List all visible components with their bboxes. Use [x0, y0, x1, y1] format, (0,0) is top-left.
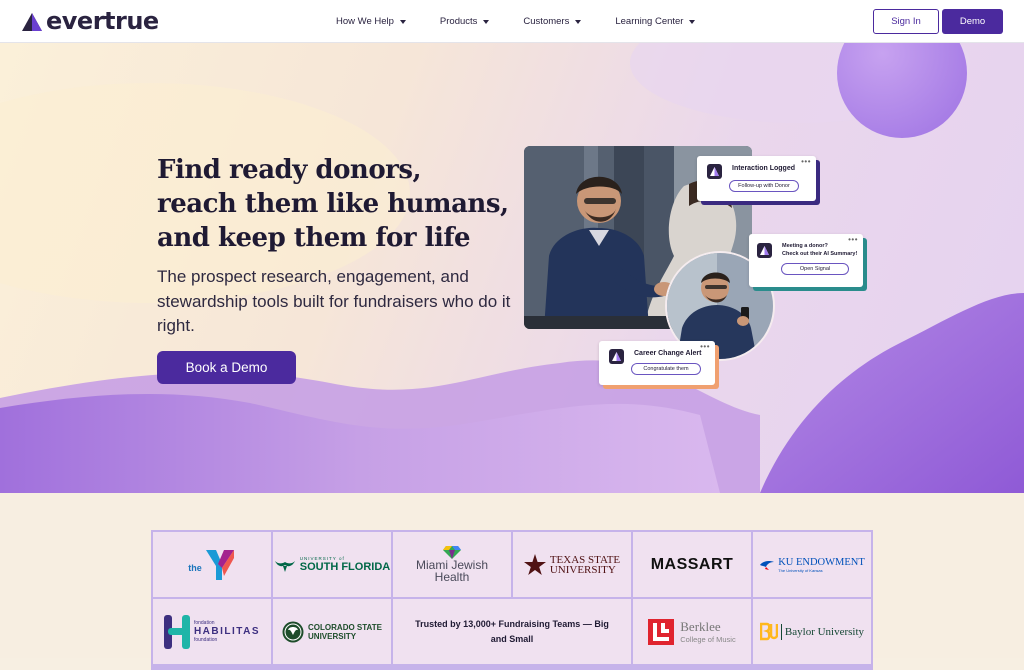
csu-line-1: COLORADO STATE	[308, 622, 382, 632]
more-options-icon[interactable]: •••	[848, 236, 858, 244]
headline-line-1: Find ready donors,	[157, 155, 422, 185]
nav-label: Learning Center	[615, 16, 684, 27]
congratulate-them-button[interactable]: Congratulate them	[631, 363, 701, 375]
texas-line-1: TEXAS STATE	[549, 553, 621, 566]
habilitas-bottom-text: foundation	[193, 637, 218, 643]
nav-learning-center[interactable]: Learning Center	[615, 16, 696, 27]
follow-up-with-donor-button[interactable]: Follow-up with Donor	[729, 180, 799, 192]
miami-line-2: Health	[434, 570, 470, 584]
baylor-logo: Baylor University	[752, 598, 872, 665]
berklee-line-1: Berklee	[680, 619, 721, 634]
ymca-the-text: the	[188, 562, 202, 573]
evertrue-logo[interactable]: evertrue	[21, 8, 159, 35]
hero-section: Find ready donors, reach them like human…	[0, 43, 1024, 493]
csu-ram-icon	[282, 621, 304, 642]
usf-main-text: SOUTH FLORIDA	[299, 561, 391, 573]
texas-state-logo: TEXAS STATE UNIVERSITY	[512, 531, 632, 598]
demo-button[interactable]: Demo	[942, 9, 1003, 34]
divider	[780, 623, 782, 640]
colorado-state-logo: COLORADO STATE UNIVERSITY	[272, 598, 392, 665]
baylor-bu-icon	[759, 622, 778, 640]
usf-logo: UNIVERSITY of SOUTH FLORIDA	[272, 531, 392, 598]
headline-line-3: and keep them for life	[157, 223, 471, 253]
caret-down-icon	[399, 19, 406, 24]
miami-jewish-health-logo: Miami Jewish Health	[392, 531, 512, 598]
card-title-line-2: Check out their AI Summary!	[782, 251, 858, 257]
headline-line-2: reach them like humans,	[157, 189, 509, 219]
open-signal-button[interactable]: Open Signal	[781, 263, 849, 275]
massart-text: MASSART	[650, 555, 734, 573]
ku-endowment-logo: KU ENDOWMENT The University of Kansas	[752, 531, 872, 598]
sign-in-button[interactable]: Sign In	[873, 9, 939, 34]
hero-subtitle: The prospect research, engagement, and s…	[157, 267, 511, 335]
book-demo-button[interactable]: Book a Demo	[157, 351, 296, 384]
baylor-text: Baylor University	[784, 625, 865, 638]
berklee-logo: Berklee College of Music	[632, 598, 752, 665]
hero-headline: Find ready donors, reach them like human…	[157, 153, 537, 255]
ku-line-1: KU ENDOWMENT	[778, 556, 865, 568]
ku-jayhawk-icon	[760, 560, 775, 570]
habilitas-logo: fondation HABILITAS foundation	[152, 598, 272, 665]
customer-logo-grid: the UNIVERSITY of SOUTH FLORIDA Miami Je…	[151, 530, 873, 670]
berklee-line-2: College of Music	[680, 635, 736, 644]
usf-bull-icon	[274, 560, 295, 572]
evertrue-triangle-icon	[22, 12, 42, 31]
berklee-mark-icon	[648, 618, 675, 645]
habilitas-h-icon	[163, 614, 190, 649]
evertrue-app-icon	[757, 243, 772, 258]
ymca-y-mark	[205, 549, 234, 580]
habilitas-main-text: HABILITAS	[193, 626, 261, 637]
ku-line-2: The University of Kansas	[778, 567, 823, 573]
brand-name: evertrue	[46, 7, 159, 35]
more-options-icon[interactable]: •••	[700, 343, 710, 351]
evertrue-app-icon	[609, 349, 624, 364]
card-title: Interaction Logged	[732, 165, 795, 172]
nav-customers[interactable]: Customers	[523, 16, 582, 27]
nav-label: Products	[439, 16, 478, 27]
nav-label: How We Help	[336, 16, 394, 27]
texas-line-2: UNIVERSITY	[549, 563, 616, 576]
nav-products[interactable]: Products	[440, 16, 490, 27]
star-icon	[523, 553, 546, 575]
card-title-line-1: Meeting a donor?	[782, 243, 828, 249]
top-navigation: evertrue How We Help Products Customers …	[0, 0, 1024, 43]
massart-logo: MASSART	[632, 531, 752, 598]
caret-down-icon	[483, 19, 490, 24]
caret-down-icon	[575, 19, 582, 24]
meeting-donor-card: ••• Meeting a donor? Check out their AI …	[749, 234, 863, 287]
csu-line-2: UNIVERSITY	[308, 631, 357, 641]
customer-logos-section: the UNIVERSITY of SOUTH FLORIDA Miami Je…	[0, 493, 1024, 670]
interaction-logged-card: ••• Interaction Logged Follow-up with Do…	[697, 156, 816, 201]
career-change-alert-card: ••• Career Change Alert Congratulate the…	[599, 341, 715, 385]
ymca-logo: the	[152, 531, 272, 598]
nav-how-we-help[interactable]: How We Help	[336, 16, 406, 27]
main-menu: How We Help Products Customers Learning …	[336, 0, 729, 43]
more-options-icon[interactable]: •••	[801, 158, 811, 166]
trusted-by-cell: Trusted by 13,000+ Fundraising Teams — B…	[392, 598, 632, 665]
nav-label: Customers	[523, 16, 570, 27]
caret-down-icon	[689, 19, 696, 24]
trusted-by-text: Trusted by 13,000+ Fundraising Teams — B…	[415, 618, 609, 644]
evertrue-app-icon	[707, 164, 722, 179]
card-title: Career Change Alert	[634, 350, 702, 357]
